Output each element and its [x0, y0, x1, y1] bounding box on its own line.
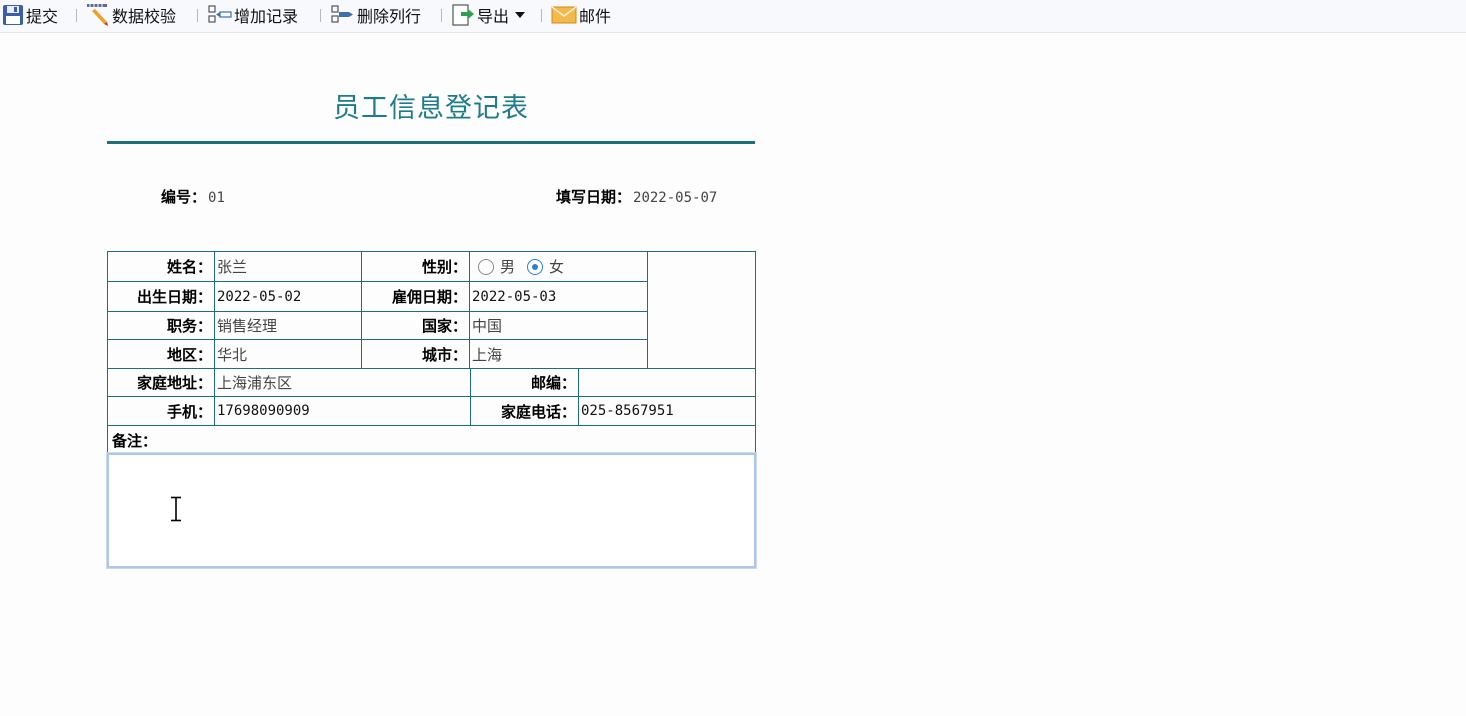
submit-label: 提交 [26, 7, 59, 26]
region-field[interactable]: 华北 [214, 339, 362, 369]
toolbar-divider [541, 9, 542, 22]
delete-row-label: 删除列行 [357, 7, 422, 26]
position-field[interactable]: 销售经理 [214, 311, 362, 340]
export-icon [451, 3, 477, 27]
hire-date-field[interactable]: 2022-05-03 [469, 281, 648, 312]
home-phone-label: 家庭电话： [470, 396, 579, 426]
toolbar: 提交 数据校验 增加记录 删除列行 导出 邮件 [0, 0, 1466, 33]
fill-date: 填写日期： 2022-05-07 [556, 186, 717, 207]
gender-option-male[interactable]: 男 [478, 256, 515, 277]
mail-label: 邮件 [579, 7, 612, 26]
position-label: 职务： [107, 311, 215, 340]
radio-unchecked-icon [478, 258, 494, 275]
submit-button[interactable]: 提交 [2, 2, 58, 28]
pencil-ruler-icon [86, 3, 112, 27]
form-title: 员工信息登记表 [333, 93, 529, 124]
validate-button[interactable]: 数据校验 [86, 2, 176, 28]
toolbar-divider [441, 9, 442, 22]
delete-row-button[interactable]: 删除列行 [331, 2, 421, 28]
text-cursor-icon [170, 496, 182, 522]
add-record-icon [208, 4, 234, 26]
remarks-textarea[interactable] [106, 452, 757, 569]
region-label: 地区： [107, 339, 215, 369]
city-field[interactable]: 上海 [469, 339, 648, 369]
save-icon [2, 4, 26, 26]
add-record-button[interactable]: 增加记录 [208, 2, 298, 28]
validate-label: 数据校验 [112, 7, 177, 26]
export-label: 导出 [477, 7, 510, 26]
country-field[interactable]: 中国 [469, 311, 648, 340]
toolbar-divider [320, 9, 321, 22]
gender-option-label: 男 [500, 258, 516, 276]
add-record-label: 增加记录 [234, 7, 299, 26]
city-label: 城市： [361, 339, 470, 369]
birth-date-field[interactable]: 2022-05-02 [214, 281, 362, 312]
mobile-label: 手机： [107, 396, 215, 426]
radio-checked-icon [527, 258, 544, 275]
address-field[interactable]: 上海浦东区 [214, 368, 471, 397]
record-id-label: 编号： [161, 188, 207, 206]
toolbar-divider [197, 9, 198, 22]
gender-radio-group: 男 女 [469, 251, 648, 282]
remarks-label: 备注： [107, 425, 756, 455]
gender-label: 性别： [361, 251, 470, 282]
gender-option-label: 女 [549, 258, 565, 276]
mail-icon [551, 5, 579, 25]
fill-date-value[interactable]: 2022-05-07 [631, 190, 717, 206]
record-id: 编号： 01 [161, 186, 225, 207]
mail-button[interactable]: 邮件 [551, 2, 611, 28]
photo-cell[interactable] [647, 251, 756, 369]
record-id-value[interactable]: 01 [206, 190, 225, 206]
fill-date-label: 填写日期： [556, 188, 632, 206]
country-label: 国家： [361, 311, 470, 340]
toolbar-divider [76, 9, 77, 22]
export-button[interactable]: 导出 [451, 2, 527, 28]
gender-option-female[interactable]: 女 [527, 256, 564, 277]
zip-label: 邮编： [470, 368, 579, 397]
address-label: 家庭地址： [107, 368, 215, 397]
mobile-field[interactable]: 17698090909 [214, 396, 471, 426]
name-field[interactable]: 张兰 [214, 251, 362, 282]
birth-date-label: 出生日期： [107, 281, 215, 312]
delete-row-icon [331, 4, 357, 26]
name-label: 姓名： [107, 251, 215, 282]
zip-field[interactable] [578, 368, 756, 397]
home-phone-field[interactable]: 025-8567951 [578, 396, 756, 426]
chevron-down-icon[interactable] [515, 12, 527, 18]
title-divider [107, 141, 755, 144]
hire-date-label: 雇佣日期： [361, 281, 470, 312]
